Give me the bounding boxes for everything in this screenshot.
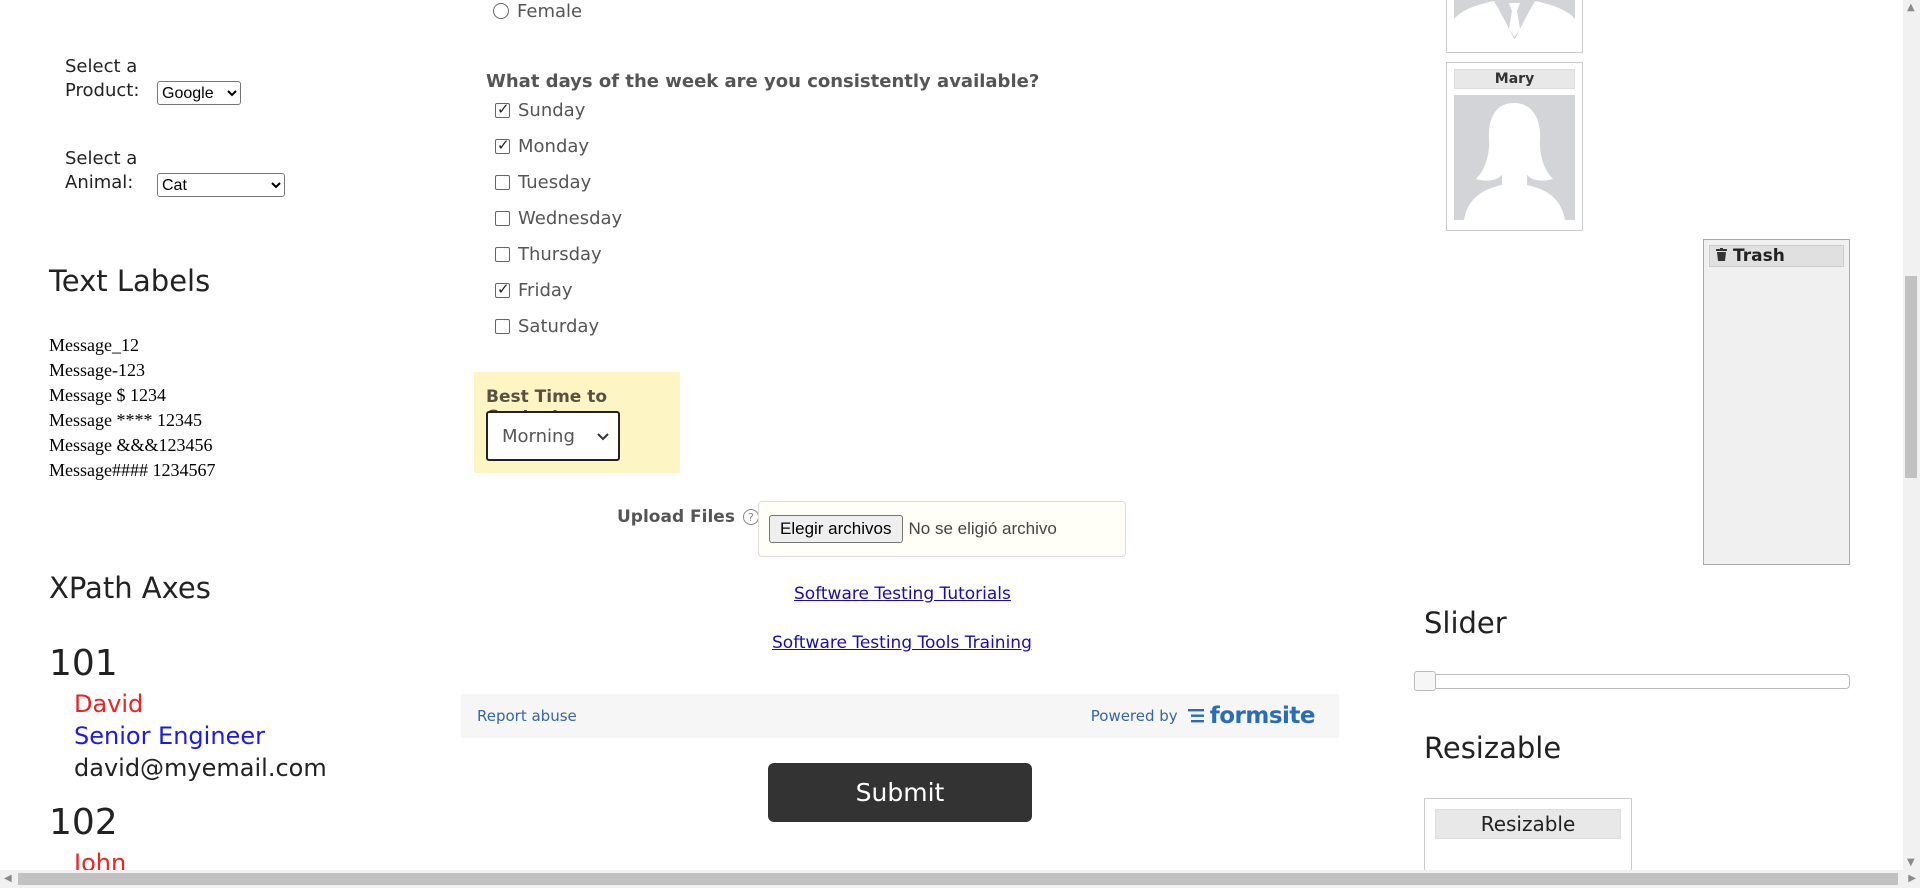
message-item: Message $ 1234 [49, 385, 166, 405]
gender-option-female[interactable]: Female [493, 0, 582, 29]
option-label: Tuesday [518, 171, 592, 193]
option-label: Sunday [518, 99, 586, 121]
checkbox[interactable] [495, 210, 510, 226]
selected-value: Morning [502, 425, 575, 447]
message-item: Message#### 1234567 [49, 460, 216, 480]
trash-header: Trash [1709, 245, 1844, 267]
day-option-tuesday[interactable]: Tuesday [495, 164, 622, 200]
software-testing-tutorials-link[interactable]: Software Testing Tutorials [794, 584, 1011, 604]
upload-field: Elegir archivos No se eligió archivo [758, 501, 1126, 557]
day-option-sunday[interactable]: Sunday [495, 92, 622, 128]
checkbox[interactable] [495, 246, 510, 262]
checkbox[interactable] [495, 136, 510, 154]
xpath-axes-heading: XPath Axes [49, 571, 211, 605]
option-label: Friday [518, 279, 573, 301]
choose-files-button[interactable]: Elegir archivos [769, 515, 903, 543]
employee-title: Senior Engineer [74, 722, 265, 750]
report-abuse-link[interactable]: Report abuse [477, 707, 577, 725]
scroll-up-arrow-icon[interactable]: ▲ [1907, 2, 1915, 13]
radio-button[interactable] [493, 3, 509, 19]
help-icon[interactable]: ? [742, 509, 759, 525]
trash-icon [1716, 246, 1727, 266]
powered-by-text: Powered by [1090, 707, 1178, 725]
trash-label: Trash [1733, 246, 1785, 266]
employee-email: david@myemail.com [74, 754, 327, 782]
best-time-select[interactable]: Morning [486, 411, 620, 461]
animal-label: Select a Animal: [65, 148, 138, 193]
upload-label-row: Upload Files ? [617, 507, 759, 527]
option-label: Female [517, 0, 583, 22]
day-option-wednesday[interactable]: Wednesday [495, 200, 622, 236]
message-item: Message_12 [49, 335, 139, 355]
person-card-mary[interactable]: Mary [1446, 62, 1583, 231]
resizable-heading: Resizable [1424, 731, 1562, 765]
file-status: No se eligió archivo [908, 519, 1057, 538]
powered-by: Powered by formsite [1090, 703, 1316, 729]
vertical-scroll-thumb[interactable] [1905, 276, 1917, 478]
day-option-thursday[interactable]: Thursday [495, 236, 622, 272]
employee-name: David [74, 690, 144, 718]
option-label: Saturday [518, 315, 600, 337]
message-item: Message-123 [49, 360, 145, 380]
scroll-down-arrow-icon[interactable]: ▼ [1907, 857, 1915, 868]
formsite-logo-icon [1187, 709, 1204, 723]
formsite-logo[interactable]: formsite [1187, 703, 1316, 729]
checkbox[interactable] [495, 318, 510, 334]
messages-list: Message_12 Message-123 Message $ 1234 Me… [49, 333, 215, 483]
submit-button[interactable]: Submit [768, 763, 1032, 822]
product-select[interactable]: Google [157, 81, 241, 105]
scroll-right-arrow-icon[interactable]: ▶ [1908, 873, 1916, 884]
form-footer: Report abuse Powered by formsite [461, 694, 1339, 738]
option-label: Wednesday [518, 207, 623, 229]
male-avatar-icon [1454, 0, 1575, 39]
upload-label: Upload Files [617, 507, 735, 527]
day-option-saturday[interactable]: Saturday [495, 308, 622, 344]
checkbox[interactable] [495, 280, 510, 298]
horizontal-scrollbar[interactable]: ◀ ▶ [0, 870, 1920, 888]
best-time-panel: Best Time to Contact Morning [474, 372, 680, 473]
employee-id: 102 [49, 802, 118, 843]
slider-track[interactable] [1414, 674, 1850, 689]
person-card[interactable] [1446, 0, 1583, 53]
scroll-left-arrow-icon[interactable]: ◀ [4, 873, 12, 884]
day-option-monday[interactable]: Monday [495, 128, 622, 164]
software-testing-tools-training-link[interactable]: Software Testing Tools Training [772, 633, 1032, 653]
days-question: What days of the week are you consistent… [486, 71, 1040, 92]
text-labels-heading: Text Labels [49, 264, 211, 298]
checkbox[interactable] [495, 174, 510, 190]
resizable-box-header: Resizable [1435, 809, 1621, 839]
option-label: Monday [518, 135, 590, 157]
horizontal-scroll-thumb[interactable] [18, 873, 1898, 885]
product-label: Select a Product: [65, 56, 140, 101]
message-item: Message **** 12345 [49, 410, 202, 430]
message-item: Message &&&123456 [49, 435, 213, 455]
day-option-friday[interactable]: Friday [495, 272, 622, 308]
formsite-logo-text: formsite [1209, 703, 1316, 729]
slider-heading: Slider [1424, 606, 1507, 640]
slider-handle[interactable] [1414, 671, 1436, 691]
employee-id: 101 [49, 643, 118, 684]
person-name: Mary [1454, 69, 1575, 89]
checkbox[interactable] [495, 100, 510, 118]
days-checkbox-group: Sunday Monday Tuesday Wednesday Thursday… [495, 92, 622, 344]
female-avatar-icon [1454, 95, 1575, 220]
option-label: Thursday [518, 243, 602, 265]
chevron-down-icon [596, 426, 610, 447]
vertical-scrollbar[interactable]: ▲ ▼ [1903, 0, 1920, 870]
animal-select[interactable]: Cat [157, 173, 285, 197]
trash-drop-zone[interactable]: Trash [1703, 239, 1850, 565]
